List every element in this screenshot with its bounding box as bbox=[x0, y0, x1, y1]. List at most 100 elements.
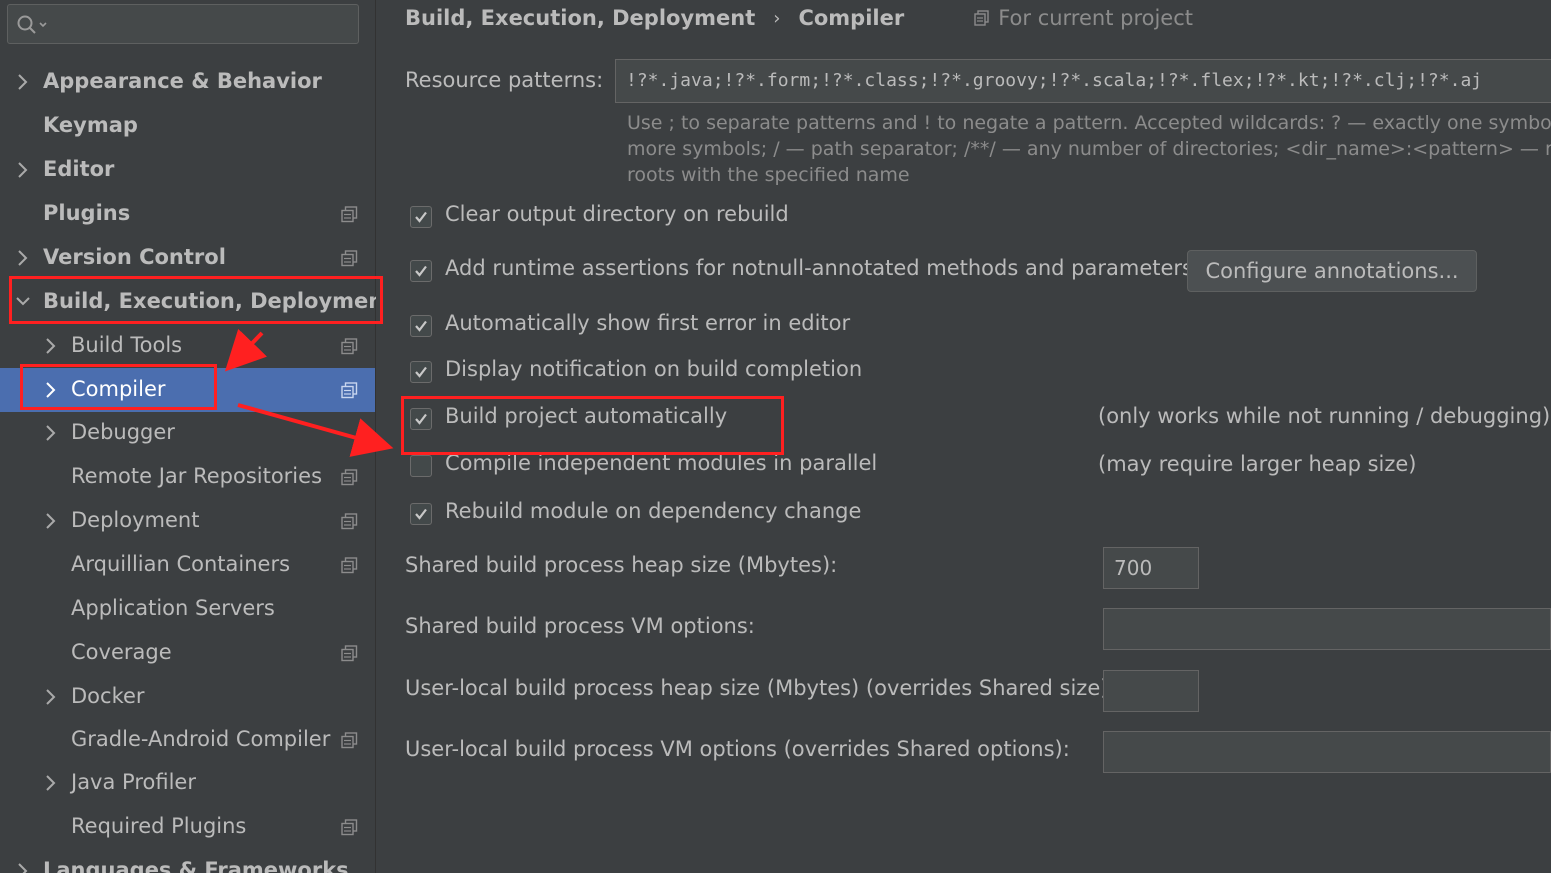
sidebar-item-arquillian-containers[interactable]: Arquillian Containers bbox=[0, 543, 375, 587]
runtime-assertions-checkbox[interactable] bbox=[410, 260, 432, 282]
sidebar-item-build-execution-deployment[interactable]: Build, Execution, Deployment bbox=[0, 280, 393, 324]
project-scope-icon bbox=[341, 819, 358, 836]
breadcrumb-current: Compiler bbox=[798, 6, 905, 30]
sidebar-item-label: Application Servers bbox=[71, 596, 275, 620]
scope-label: For current project bbox=[998, 6, 1194, 30]
sidebar-item-label: Keymap bbox=[43, 113, 138, 137]
sidebar-item-label: Compiler bbox=[71, 377, 166, 401]
sidebar-item-plugins[interactable]: Plugins bbox=[0, 192, 375, 236]
chevron-right-icon[interactable] bbox=[16, 249, 30, 267]
sidebar-item-editor[interactable]: Editor bbox=[0, 148, 375, 192]
shared-heap-input[interactable]: 700 bbox=[1103, 547, 1199, 589]
configure-annotations-button[interactable]: Configure annotations... bbox=[1187, 250, 1477, 292]
local-heap-label: User-local build process heap size (Mbyt… bbox=[405, 676, 1116, 700]
sidebar-item-label: Deployment bbox=[71, 508, 200, 532]
clear-output-label: Clear output directory on rebuild bbox=[445, 202, 789, 226]
sidebar-item-compiler[interactable]: Compiler bbox=[0, 368, 375, 412]
search-icon bbox=[17, 15, 47, 34]
shared-vm-input[interactable] bbox=[1103, 608, 1551, 650]
scope-indicator: For current project bbox=[974, 6, 1193, 30]
sidebar-item-label: Java Profiler bbox=[71, 770, 196, 794]
chevron-right-icon[interactable] bbox=[44, 424, 58, 442]
chevron-right-icon[interactable] bbox=[16, 862, 30, 873]
sidebar-item-label: Build, Execution, Deployment bbox=[43, 289, 394, 313]
rebuild-dependency-checkbox[interactable] bbox=[410, 503, 432, 525]
chevron-right-icon[interactable] bbox=[44, 774, 58, 792]
local-heap-input[interactable] bbox=[1103, 670, 1199, 712]
sidebar-item-label: Remote Jar Repositories bbox=[71, 464, 323, 488]
project-scope-icon bbox=[341, 206, 358, 223]
sidebar-item-label: Editor bbox=[43, 157, 115, 181]
chevron-right-icon[interactable] bbox=[44, 688, 58, 706]
parallel-compile-note: (may require larger heap size) bbox=[1098, 452, 1417, 476]
checkmark-icon bbox=[415, 320, 427, 332]
project-scope-icon bbox=[341, 250, 358, 267]
parallel-compile-label: Compile independent modules in parallel bbox=[445, 451, 878, 475]
resource-patterns-input[interactable]: !?*.java;!?*.form;!?*.class;!?*.groovy;!… bbox=[615, 59, 1551, 103]
project-scope-icon bbox=[341, 338, 358, 355]
build-automatically-label: Build project automatically bbox=[445, 404, 728, 428]
sidebar-item-required-plugins[interactable]: Required Plugins bbox=[0, 805, 375, 849]
chevron-right-icon[interactable] bbox=[44, 512, 58, 530]
shared-heap-label: Shared build process heap size (Mbytes): bbox=[405, 553, 838, 577]
rebuild-dependency-label: Rebuild module on dependency change bbox=[445, 499, 862, 523]
sidebar-item-keymap[interactable]: Keymap bbox=[0, 104, 375, 148]
build-automatically-note: (only works while not running / debuggin… bbox=[1098, 404, 1551, 428]
local-vm-input[interactable] bbox=[1103, 731, 1551, 773]
show-first-error-checkbox[interactable] bbox=[410, 315, 432, 337]
sidebar-item-coverage[interactable]: Coverage bbox=[0, 631, 375, 675]
build-automatically-checkbox[interactable] bbox=[410, 408, 432, 430]
sidebar-item-appearance-behavior[interactable]: Appearance & Behavior bbox=[0, 60, 375, 104]
chevron-right-icon[interactable] bbox=[44, 381, 58, 399]
settings-window: Appearance & Behavior Keymap Editor Plugins… bbox=[0, 0, 1551, 873]
clear-output-checkbox[interactable] bbox=[410, 206, 432, 228]
breadcrumb: Build, Execution, Deployment › Compiler … bbox=[405, 4, 1193, 32]
checkmark-icon bbox=[415, 413, 427, 425]
chevron-down-icon[interactable] bbox=[16, 293, 30, 311]
sidebar-item-version-control[interactable]: Version Control bbox=[0, 236, 375, 280]
sidebar-item-label: Debugger bbox=[71, 420, 175, 444]
project-scope-icon bbox=[341, 645, 358, 662]
project-scope-icon bbox=[341, 513, 358, 530]
notify-build-checkbox[interactable] bbox=[410, 361, 432, 383]
project-scope-icon bbox=[341, 382, 358, 399]
sidebar-item-docker[interactable]: Docker bbox=[0, 675, 375, 719]
breadcrumb-separator: › bbox=[773, 7, 781, 29]
checkmark-icon bbox=[415, 366, 427, 378]
sidebar-item-label: Required Plugins bbox=[71, 814, 247, 838]
sidebar-item-debugger[interactable]: Debugger bbox=[0, 411, 375, 455]
sidebar-item-java-profiler[interactable]: Java Profiler bbox=[0, 761, 375, 805]
local-vm-label: User-local build process VM options (ove… bbox=[405, 737, 1070, 761]
runtime-assertions-label: Add runtime assertions for notnull-annot… bbox=[445, 256, 1193, 280]
hint-line: roots with the specified name bbox=[627, 164, 910, 186]
sidebar-item-application-servers[interactable]: Application Servers bbox=[0, 587, 375, 631]
resource-patterns-label: Resource patterns: bbox=[405, 68, 604, 92]
breadcrumb-parent[interactable]: Build, Execution, Deployment bbox=[405, 6, 755, 30]
sidebar-item-label: Languages & Frameworks bbox=[43, 858, 349, 873]
settings-sidebar: Appearance & Behavior Keymap Editor Plugins… bbox=[0, 0, 393, 873]
hint-line: more symbols; / — path separator; /**/ —… bbox=[627, 138, 1551, 160]
chevron-right-icon[interactable] bbox=[44, 337, 58, 355]
sidebar-item-label: Arquillian Containers bbox=[71, 552, 291, 576]
project-scope-icon bbox=[341, 557, 358, 574]
sidebar-item-label: Docker bbox=[71, 684, 145, 708]
sidebar-item-build-tools[interactable]: Build Tools bbox=[0, 324, 375, 368]
settings-search-input[interactable] bbox=[7, 4, 359, 44]
parallel-compile-checkbox[interactable] bbox=[410, 455, 432, 477]
sidebar-item-label: Appearance & Behavior bbox=[43, 69, 322, 93]
chevron-right-icon[interactable] bbox=[16, 73, 30, 91]
chevron-right-icon[interactable] bbox=[16, 161, 30, 179]
notify-build-label: Display notification on build completion bbox=[445, 357, 863, 381]
checkmark-icon bbox=[415, 265, 427, 277]
sidebar-item-label: Build Tools bbox=[71, 333, 183, 357]
sidebar-item-gradle-android-compiler[interactable]: Gradle-Android Compiler bbox=[0, 718, 375, 762]
sidebar-item-label: Coverage bbox=[71, 640, 172, 664]
compiler-settings-panel: Build, Execution, Deployment › Compiler … bbox=[376, 0, 1551, 873]
sidebar-item-remote-jar-repositories[interactable]: Remote Jar Repositories bbox=[0, 455, 375, 499]
sidebar-item-languages-frameworks[interactable]: Languages & Frameworks bbox=[0, 849, 375, 873]
sidebar-item-label: Gradle-Android Compiler bbox=[71, 727, 331, 751]
sidebar-item-deployment[interactable]: Deployment bbox=[0, 499, 375, 543]
sidebar-item-label: Version Control bbox=[43, 245, 226, 269]
project-scope-icon bbox=[341, 732, 358, 749]
project-scope-icon bbox=[341, 469, 358, 486]
